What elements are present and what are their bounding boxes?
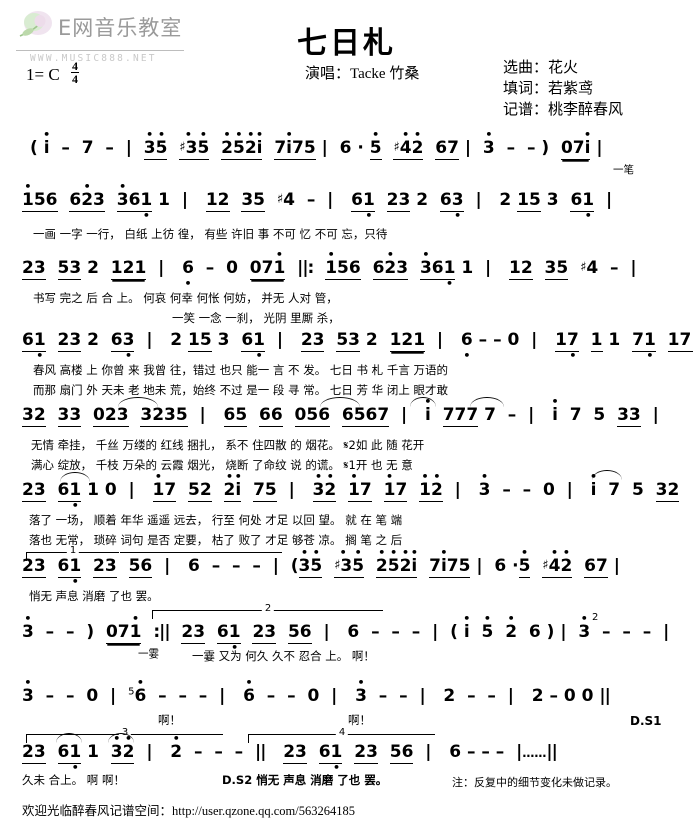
repeat-bracket-1-number: 1 — [66, 545, 80, 556]
repeat-bracket-4-number: 4 — [335, 727, 349, 738]
lyrics-row-9a: 啊！ — [158, 713, 181, 727]
key-label: 1= C — [26, 65, 60, 84]
lyrics-row-5a: 无情 牵挂， 千丝 万缕的 红线 捆扎， 系不 住四散 的 烟花。 𝄋2如 此 … — [31, 438, 425, 452]
slur-mark — [470, 397, 504, 407]
music-row-5: 32 33 023 3235 | 65 66 056 6567 | i 777 … — [22, 405, 659, 427]
music-row-10: 23 61 1 32 | 2 – – – || 23 61 23 56 | 6 … — [22, 742, 558, 764]
slur-mark — [118, 397, 158, 407]
music-row-7: 23 61 23 56 | 6 – – – | (35 ♯35 252i 7i7… — [22, 556, 620, 578]
sheet-music-page: E网音乐教室 WWW.MUSIC888.NET 1= C 4 4 七日札 演唱：… — [0, 0, 693, 829]
slur-mark — [592, 470, 622, 480]
repeat-bracket-2-number: 2 — [261, 603, 275, 614]
credit-composer: 选曲：花火 — [503, 60, 579, 76]
transcription-footnote: 注：反复中的细节变化未做记录。 — [452, 777, 617, 789]
slur-mark — [60, 472, 90, 482]
page-title: 七日札 — [297, 26, 396, 61]
lyrics-row-6a: 落了 一场， 顺着 年华 遥遥 远去， 行至 何处 才足 以回 望。 就 在 笔… — [29, 513, 403, 527]
repeat-bracket-2: 2 — [152, 603, 383, 619]
repeat-number-2: 2 — [592, 612, 599, 623]
music-row-4: 61 23 2 63 | 2 15 3 61 | 23 53 2 121 | 6… — [22, 330, 693, 352]
lyrics-row-2a: 一画 一字 一行， 白纸 上彷 徨， 有些 许旧 事 不可 忆 不可 忘，只待 — [33, 227, 388, 241]
music-row-1: ( i – 7 – | 35 ♯35 252i 7i75 | 6 · 5 ♯42… — [30, 138, 603, 160]
tagline-yisha: 一霎 — [138, 648, 159, 660]
music-row-8: 3 – – ) 071 :|| 23 61 23 56 | 6 – – – | … — [22, 622, 669, 644]
lyrics-row-4a: 春风 高楼 上 你曾 来 我曾 往，错过 也只 能一 言 不 发。 七日 书 札… — [33, 363, 448, 377]
credit-transcriber: 记谱：桃李醉春风 — [503, 102, 624, 118]
lyrics-row-4b: 而那 扇门 外 天未 老 地未 荒，始终 不过 是一 段 寻 常。 七日 芳 华… — [33, 383, 448, 397]
lyrics-row-9b: 啊！ — [348, 713, 371, 727]
lyrics-row-3a: 书写 完之 后 合 上。 何哀 何幸 何怅 何妨， 并无 人对 管， — [33, 291, 338, 305]
time-signature: 4 4 — [70, 60, 79, 86]
time-denominator: 4 — [71, 72, 78, 86]
ds1-mark: D.S1 — [630, 714, 662, 728]
music-row-6: 23 61 1 0 | 17 52 2i 75 | 32 17 17 12 | … — [22, 480, 693, 502]
slur-mark — [410, 397, 436, 407]
slur-mark — [320, 397, 360, 407]
credit-lyricist: 填词：若紫鸢 — [503, 81, 594, 97]
music-row-2: 156 623 361 1 | 12 35 ♯4 – | 61 23 2 63 … — [22, 190, 612, 212]
lyrics-row-10b: D.S2 悄无 声息 消磨 了也 罢。 — [222, 773, 388, 787]
music-row-9: 3 – – 0 | 56 – – – | 6 – – 0 | 3 – – | 2… — [22, 686, 611, 706]
lyrics-row-3b: 一笑 一念 一刹， 光阴 里厮 杀， — [172, 311, 340, 325]
lyrics-row-8a: 一霎 又为 何久 久不 忍合 上。 啊！ — [192, 649, 375, 663]
tagline-yibi: 一笔 — [613, 164, 634, 176]
singer-credit: 演唱：Tacke 竹桑 — [305, 66, 420, 82]
music-row-3: 23 53 2 121 | 6 – 0 071 ||: 156 623 361 … — [22, 258, 637, 280]
page-footer: 欢迎光临醉春风记谱空间：http://user.qzone.qq.com/563… — [22, 804, 355, 818]
lyrics-row-7a: 悄无 声息 消磨 了也 罢。 — [29, 589, 159, 603]
lyrics-row-10a: 久未 合上。 啊 啊！ — [22, 773, 125, 787]
key-signature: 1= C 4 4 — [26, 60, 79, 85]
credits-block: 选曲：花火 填词：若紫鸢 记谱：桃李醉春风 — [503, 58, 623, 121]
